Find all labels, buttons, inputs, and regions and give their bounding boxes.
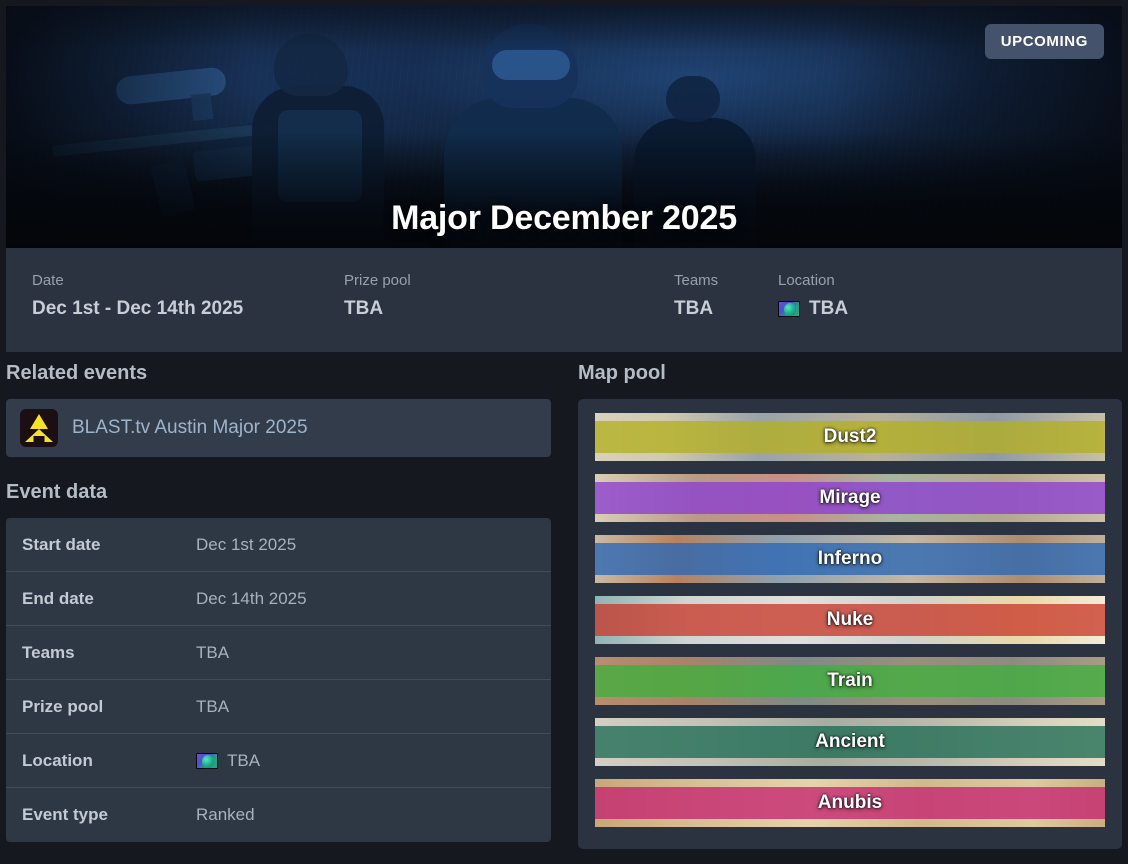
row-value-end-date: Dec 14th 2025 bbox=[196, 588, 307, 608]
event-hero-banner: POLICE UPCOMING Major December 2025 bbox=[6, 6, 1122, 248]
status-badge: UPCOMING bbox=[984, 24, 1104, 59]
table-row: Start date Dec 1st 2025 bbox=[6, 518, 551, 572]
info-field-date: Date Dec 1st - Dec 14th 2025 bbox=[32, 272, 243, 320]
map-name-train: Train bbox=[827, 670, 873, 691]
related-event-name[interactable]: BLAST.tv Austin Major 2025 bbox=[72, 417, 308, 439]
event-data-heading: Event data bbox=[6, 481, 108, 503]
info-value-location: TBA bbox=[809, 298, 849, 319]
map-item-dust2[interactable]: Dust2 bbox=[595, 413, 1105, 461]
info-value-location-wrap: TBA bbox=[778, 298, 848, 320]
row-value-teams: TBA bbox=[196, 642, 230, 662]
related-events-heading: Related events bbox=[6, 362, 148, 384]
globe-icon bbox=[196, 752, 218, 769]
table-row: Prize pool TBA bbox=[6, 680, 551, 734]
map-item-mirage[interactable]: Mirage bbox=[595, 474, 1105, 522]
map-pool-heading: Map pool bbox=[578, 362, 666, 384]
info-field-location: Location TBA bbox=[778, 272, 848, 320]
row-value-location-wrap: TBA bbox=[196, 751, 260, 771]
row-value-event-type: Ranked bbox=[196, 805, 255, 824]
info-field-prize-pool: Prize pool TBA bbox=[344, 272, 411, 320]
left-column: Related events BLAST.tv Austin Major 202… bbox=[6, 362, 551, 842]
info-label-location: Location bbox=[778, 272, 835, 289]
logo-triangle-top bbox=[30, 414, 48, 429]
info-value-teams: TBA bbox=[674, 298, 714, 319]
row-value-location: TBA bbox=[227, 750, 261, 770]
map-item-anubis[interactable]: Anubis bbox=[595, 779, 1105, 827]
map-name-dust2: Dust2 bbox=[823, 426, 877, 447]
map-pool-panel: Dust2 Mirage Inferno Nuke Train Ancient … bbox=[578, 399, 1122, 849]
map-name-mirage: Mirage bbox=[819, 487, 881, 508]
related-event-item[interactable]: BLAST.tv Austin Major 2025 bbox=[6, 399, 551, 457]
event-data-table: Start date Dec 1st 2025 End date Dec 14t… bbox=[6, 518, 551, 842]
info-value-date: Dec 1st - Dec 14th 2025 bbox=[32, 298, 244, 319]
event-page: POLICE UPCOMING Major December 2025 Date… bbox=[0, 0, 1128, 864]
table-row: Event type Ranked bbox=[6, 788, 551, 842]
row-key-event-type: Event type bbox=[22, 805, 108, 824]
row-key-teams: Teams bbox=[22, 642, 75, 662]
row-value-prize-pool: TBA bbox=[196, 696, 230, 716]
map-item-nuke[interactable]: Nuke bbox=[595, 596, 1105, 644]
map-name-inferno: Inferno bbox=[817, 548, 883, 569]
row-key-location: Location bbox=[22, 750, 93, 770]
page-title: Major December 2025 bbox=[391, 199, 737, 237]
table-row: Teams TBA bbox=[6, 626, 551, 680]
map-name-anubis: Anubis bbox=[817, 792, 883, 813]
map-name-ancient: Ancient bbox=[815, 731, 885, 752]
map-item-train[interactable]: Train bbox=[595, 657, 1105, 705]
map-name-nuke: Nuke bbox=[826, 609, 874, 630]
event-info-bar: Date Dec 1st - Dec 14th 2025 Prize pool … bbox=[6, 248, 1122, 352]
info-label-date: Date bbox=[32, 272, 64, 289]
blast-tv-logo-icon bbox=[20, 409, 58, 447]
info-field-teams: Teams TBA bbox=[674, 272, 718, 320]
right-column: Map pool Dust2 Mirage Inferno Nuke Train… bbox=[578, 362, 1122, 849]
info-label-teams: Teams bbox=[674, 272, 719, 289]
row-key-end-date: End date bbox=[22, 588, 94, 608]
globe-icon bbox=[778, 301, 800, 317]
map-item-ancient[interactable]: Ancient bbox=[595, 718, 1105, 766]
info-value-prize-pool: TBA bbox=[344, 298, 384, 319]
table-row: End date Dec 14th 2025 bbox=[6, 572, 551, 626]
map-item-inferno[interactable]: Inferno bbox=[595, 535, 1105, 583]
row-value-start-date: Dec 1st 2025 bbox=[196, 534, 297, 554]
logo-triangle-notch bbox=[33, 436, 45, 442]
table-row: Location TBA bbox=[6, 734, 551, 788]
row-key-start-date: Start date bbox=[22, 534, 101, 554]
info-label-prize-pool: Prize pool bbox=[344, 272, 411, 289]
row-key-prize-pool: Prize pool bbox=[22, 696, 104, 716]
